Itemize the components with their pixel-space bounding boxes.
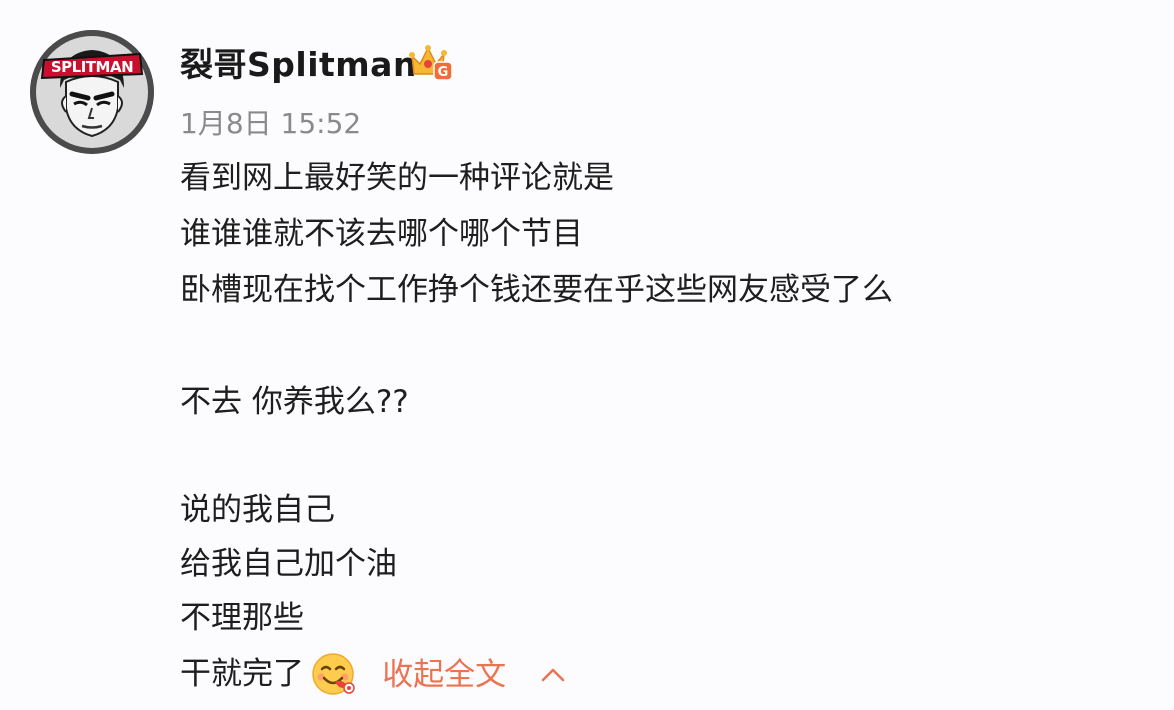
post-line: 给我自己加个油 [180, 546, 397, 582]
author-avatar[interactable]: SPLITMAN [30, 30, 154, 154]
post-line: 说的我自己 [180, 492, 335, 528]
splitman-avatar-icon: SPLITMAN [30, 30, 154, 154]
weibo-post: SPLITMAN 裂哥Splitman G 1月8日 15:52 看到网上最好笑… [0, 0, 1174, 710]
yummy-face-emoji-icon [311, 652, 357, 696]
post-line: 干就完了 [180, 656, 304, 692]
post-line: 不理那些 [180, 600, 304, 636]
collapse-label: 收起全文 [382, 656, 507, 693]
post-line: 卧槽现在找个工作挣个钱还要在乎这些网友感受了么 [180, 272, 893, 308]
post-last-row: 干就完了 收起全文 [180, 652, 566, 696]
badge-letter: G [438, 65, 449, 80]
post-timestamp[interactable]: 1月8日 15:52 [180, 102, 361, 142]
avatar-logo-text: SPLITMAN [51, 58, 133, 76]
post-line: 谁谁谁就不该去哪个哪个节目 [180, 216, 583, 252]
post-line: 看到网上最好笑的一种评论就是 [180, 160, 614, 196]
collapse-full-text-button[interactable]: 收起全文 [382, 653, 566, 695]
post-line: 不去 你养我么?? [180, 384, 409, 420]
crown-vip-badge-icon[interactable]: G [408, 42, 454, 82]
chevron-up-icon [541, 668, 565, 681]
author-name[interactable]: 裂哥Splitman [180, 38, 417, 86]
